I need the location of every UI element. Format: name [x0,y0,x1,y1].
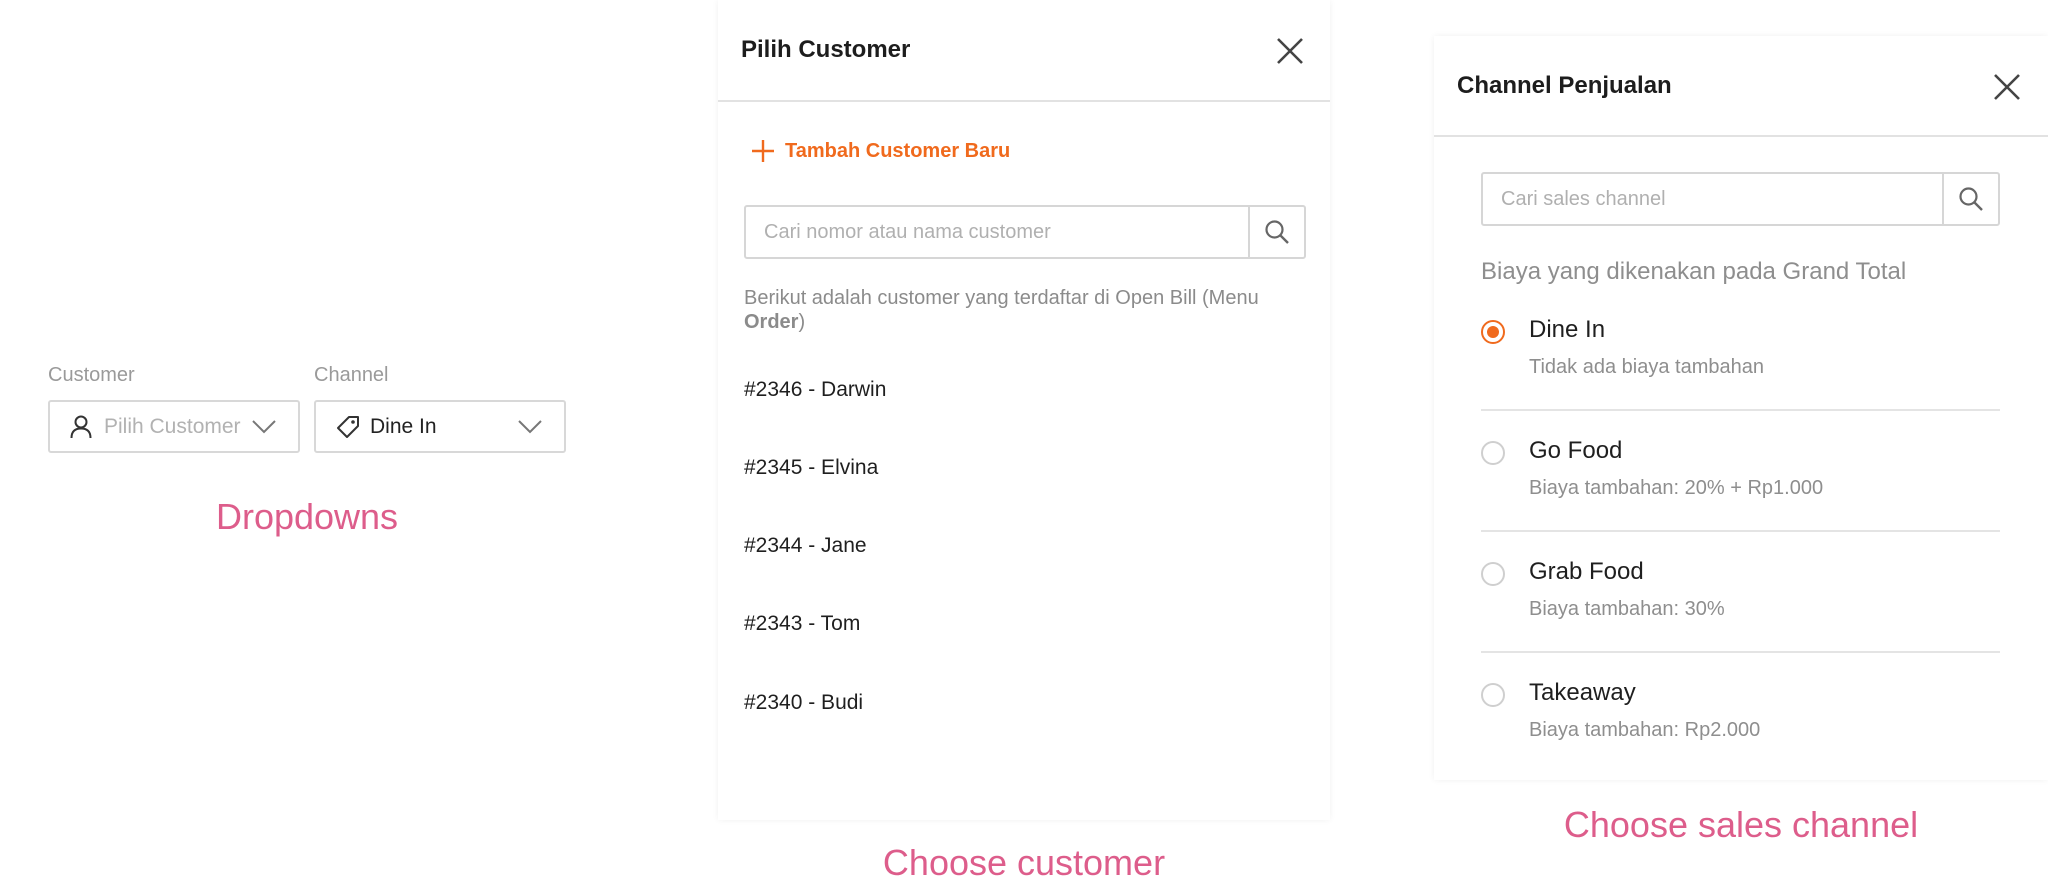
close-icon[interactable] [1275,36,1305,66]
channel-option-desc: Biaya tambahan: 20% + Rp1.000 [1529,477,1824,499]
channel-modal-title: Channel Penjualan [1457,72,1672,99]
customer-list-item[interactable]: #2344 - Jane [744,534,867,558]
radio-button[interactable] [1481,562,1505,586]
customer-modal-caption: Choose customer [882,842,1166,883]
channel-dropdown[interactable]: Dine In [314,400,566,453]
channel-search-input[interactable] [1483,174,1942,224]
channel-option-desc: Tidak ada biaya tambahan [1529,356,1764,378]
channel-option-name: Grab Food [1529,558,1644,585]
customer-search-input[interactable] [746,207,1248,257]
radio-button[interactable] [1481,441,1505,465]
channel-option-name: Dine In [1529,316,1606,343]
search-icon [1265,220,1289,244]
channel-modal-caption: Choose sales channel [1563,804,1919,845]
add-customer-button[interactable]: Tambah Customer Baru [751,139,1010,163]
channel-option-takeaway[interactable]: Takeaway Biaya tambahan: Rp2.000 [1481,679,2000,753]
channel-dropdown-value: Dine In [370,414,437,438]
dropdowns-caption: Dropdowns [215,496,399,537]
customer-list-item[interactable]: #2343 - Tom [744,612,860,636]
channel-option-name: Takeaway [1529,679,1636,706]
customer-dropdown[interactable]: Pilih Customer [48,400,300,453]
channel-modal-header-divider [1434,135,2048,137]
channel-field-label: Channel [314,364,389,386]
tag-icon [336,414,362,440]
channel-search-box [1481,172,2000,226]
customer-modal-header-divider [718,100,1330,102]
customer-search-box [744,205,1306,259]
channel-option-desc: Biaya tambahan: Rp2.000 [1529,719,1761,741]
search-icon [1959,187,1983,211]
user-icon [70,414,96,440]
customer-info-text: Berikut adalah customer yang terdaftar d… [744,287,1259,333]
search-button[interactable] [1248,207,1304,257]
customer-modal-title: Pilih Customer [741,36,911,63]
channel-option-dine-in[interactable]: Dine In Tidak ada biaya tambahan [1481,316,2000,390]
channel-option-name: Go Food [1529,437,1623,464]
channel-option-grab-food[interactable]: Grab Food Biaya tambahan: 30% [1481,558,2000,632]
customer-list-item[interactable]: #2346 - Darwin [744,378,886,402]
channel-subtitle: Biaya yang dikenakan pada Grand Total [1481,258,1907,285]
chevron-down-icon [518,419,542,433]
add-customer-label: Tambah Customer Baru [785,139,1011,162]
option-divider [1481,651,2000,653]
search-button[interactable] [1942,174,1998,224]
close-icon[interactable] [1992,72,2022,102]
channel-modal [1434,36,2048,780]
customer-list-item[interactable]: #2345 - Elvina [744,456,878,480]
channel-option-go-food[interactable]: Go Food Biaya tambahan: 20% + Rp1.000 [1481,437,2000,511]
customer-dropdown-placeholder: Pilih Customer [104,414,241,438]
option-divider [1481,530,2000,532]
radio-button[interactable] [1481,683,1505,707]
plus-icon [752,140,774,162]
chevron-down-icon [252,419,276,433]
option-divider [1481,409,2000,411]
channel-option-desc: Biaya tambahan: 30% [1529,598,1725,620]
customer-list-item[interactable]: #2340 - Budi [744,691,863,715]
radio-button[interactable] [1481,320,1505,344]
customer-field-label: Customer [48,364,135,386]
